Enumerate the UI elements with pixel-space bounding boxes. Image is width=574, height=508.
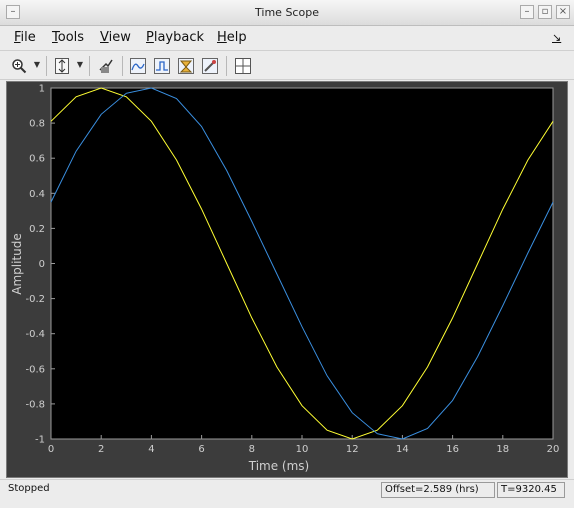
menu-tools[interactable]: Tools xyxy=(52,30,84,46)
highlight-signal-icon[interactable] xyxy=(94,54,118,77)
toolbar: ▼ ▼ xyxy=(0,50,574,80)
maximize-button[interactable]: ▫ xyxy=(538,5,552,19)
undock-icon[interactable]: ↘ xyxy=(552,30,561,46)
menubar: File Tools View Playback Help ↘ xyxy=(0,27,574,49)
toolbar-separator xyxy=(46,56,47,76)
status-state: Stopped xyxy=(8,483,50,494)
x-tick-label: 12 xyxy=(346,444,359,455)
x-tick-label: 8 xyxy=(249,444,255,455)
y-tick-label: -0.6 xyxy=(25,364,45,375)
bilevel-measurements-icon[interactable] xyxy=(150,54,174,77)
y-tick-label: 1 xyxy=(39,84,45,95)
status-time: T=9320.45 xyxy=(497,482,565,498)
x-tick-label: 20 xyxy=(547,444,560,455)
y-tick-label: -0.4 xyxy=(25,329,45,340)
x-tick-label: 0 xyxy=(48,444,54,455)
triggers-icon[interactable] xyxy=(198,54,222,77)
scope-plot[interactable]: 0 2 4 6 8 10 12 14 16 18 20 1 0.8 0.6 0.4 0.2 0 -0.2 -0.4 -… xyxy=(7,82,567,477)
x-tick-label: 2 xyxy=(98,444,104,455)
menu-file[interactable]: File xyxy=(14,30,36,46)
menu-playback[interactable]: Playback xyxy=(146,30,204,46)
toolbar-separator xyxy=(226,56,227,76)
x-tick-label: 14 xyxy=(396,444,409,455)
x-tick-label: 16 xyxy=(446,444,459,455)
y-tick-label: 0 xyxy=(39,259,45,270)
peak-finder-icon[interactable] xyxy=(174,54,198,77)
layout-icon[interactable] xyxy=(231,54,255,77)
toolbar-separator xyxy=(122,56,123,76)
y-axis-label: Amplitude xyxy=(10,233,24,295)
zoom-dropdown-icon[interactable]: ▼ xyxy=(33,60,41,70)
x-axis-label: Time (ms) xyxy=(248,459,310,473)
x-tick-label: 10 xyxy=(296,444,309,455)
x-tick-label: 4 xyxy=(148,444,154,455)
x-tick-label: 6 xyxy=(198,444,204,455)
minimize-button[interactable]: – xyxy=(520,5,534,19)
menu-help[interactable]: Help xyxy=(217,30,247,46)
window-titlebar: Time Scope – – ▫ × xyxy=(0,0,574,26)
window-title: Time Scope xyxy=(255,6,319,19)
status-offset: Offset=2.589 (hrs) xyxy=(381,482,495,498)
menu-view[interactable]: View xyxy=(100,30,131,46)
y-tick-label: -1 xyxy=(35,435,45,446)
scale-axes-icon[interactable] xyxy=(50,54,74,77)
y-tick-label: -0.8 xyxy=(25,399,45,410)
x-tick-label: 18 xyxy=(496,444,509,455)
y-tick-label: 0.2 xyxy=(29,224,45,235)
zoom-in-icon[interactable] xyxy=(7,54,31,77)
y-tick-label: 0.8 xyxy=(29,119,45,130)
toolbar-separator xyxy=(89,56,90,76)
window-menu-icon[interactable]: – xyxy=(6,5,20,19)
scope-display-panel: 0 2 4 6 8 10 12 14 16 18 20 1 0.8 0.6 0.4 0.2 0 -0.2 -0.4 -… xyxy=(6,81,568,478)
close-button[interactable]: × xyxy=(556,5,570,19)
signal-statistics-icon[interactable] xyxy=(126,54,150,77)
y-tick-label: 0.6 xyxy=(29,154,45,165)
scale-dropdown-icon[interactable]: ▼ xyxy=(76,60,84,70)
y-tick-label: -0.2 xyxy=(25,294,45,305)
y-tick-label: 0.4 xyxy=(29,189,45,200)
